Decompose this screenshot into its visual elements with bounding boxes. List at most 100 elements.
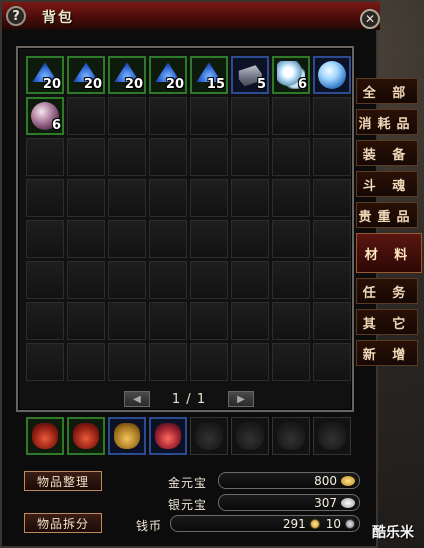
inventory-slot[interactable] xyxy=(313,343,351,381)
inventory-slot[interactable] xyxy=(190,302,228,340)
inventory-slot[interactable] xyxy=(67,138,105,176)
gold-ingot-icon xyxy=(341,475,355,486)
bag-grid-panel: 20 20 20 20 15 5 6 6 ◀ 1 / 1 ▶ xyxy=(16,46,354,412)
close-button[interactable]: ✕ xyxy=(360,9,380,29)
inventory-slot[interactable] xyxy=(149,220,187,258)
inventory-slot[interactable] xyxy=(108,261,146,299)
bag-slot[interactable] xyxy=(190,417,228,455)
pager: ◀ 1 / 1 ▶ xyxy=(124,390,254,408)
tab-7[interactable]: 其 它 xyxy=(356,309,418,335)
inventory-slot[interactable] xyxy=(231,343,269,381)
inventory-slot[interactable] xyxy=(272,343,310,381)
inventory-slot[interactable] xyxy=(108,343,146,381)
sort-items-button[interactable]: 物品整理 xyxy=(24,471,102,491)
inventory-slot[interactable] xyxy=(26,261,64,299)
inventory-slot[interactable] xyxy=(26,302,64,340)
bag-slot[interactable] xyxy=(272,417,310,455)
bag-slot[interactable] xyxy=(108,417,146,455)
next-page-button[interactable]: ▶ xyxy=(228,391,254,407)
bag-slot[interactable] xyxy=(313,417,351,455)
inventory-slot[interactable] xyxy=(231,261,269,299)
tab-8[interactable]: 新 增 xyxy=(356,340,418,366)
inventory-slot[interactable]: 6 xyxy=(272,56,310,94)
split-items-button[interactable]: 物品拆分 xyxy=(24,513,102,533)
empty-bag-icon xyxy=(236,422,264,450)
inventory-slot[interactable] xyxy=(190,343,228,381)
inventory-slot[interactable] xyxy=(108,302,146,340)
inventory-slot[interactable] xyxy=(190,261,228,299)
inventory-slot[interactable] xyxy=(272,220,310,258)
tab-2[interactable]: 装 备 xyxy=(356,140,418,166)
inventory-slot[interactable] xyxy=(272,302,310,340)
inventory-slot[interactable] xyxy=(149,138,187,176)
inventory-slot[interactable] xyxy=(149,343,187,381)
inventory-slot[interactable] xyxy=(231,97,269,135)
inventory-slot[interactable]: 20 xyxy=(149,56,187,94)
inventory-slot[interactable]: 6 xyxy=(26,97,64,135)
inventory-slot[interactable] xyxy=(149,97,187,135)
bag-slot[interactable] xyxy=(67,417,105,455)
inventory-slot[interactable] xyxy=(108,97,146,135)
inventory-slot[interactable] xyxy=(67,179,105,217)
inventory-slot[interactable] xyxy=(272,179,310,217)
inventory-slot[interactable] xyxy=(67,261,105,299)
inventory-slot[interactable] xyxy=(231,138,269,176)
inventory-slot[interactable] xyxy=(231,179,269,217)
inventory-slot[interactable] xyxy=(190,179,228,217)
inventory-slot[interactable]: 15 xyxy=(190,56,228,94)
inventory-slot[interactable] xyxy=(149,261,187,299)
item-count: 20 xyxy=(42,77,61,92)
inventory-slot[interactable] xyxy=(108,220,146,258)
help-button[interactable]: ? xyxy=(6,6,26,26)
inventory-slot[interactable] xyxy=(313,138,351,176)
inventory-slot[interactable] xyxy=(67,97,105,135)
title-bar[interactable]: ? 背包 xyxy=(2,2,380,30)
silver-ingot-icon xyxy=(341,497,355,508)
inventory-slot[interactable] xyxy=(67,220,105,258)
inventory-slot[interactable]: 20 xyxy=(108,56,146,94)
inventory-slot[interactable] xyxy=(272,97,310,135)
tab-5[interactable]: 材 料 xyxy=(356,233,422,273)
gold-ingot-label: 金元宝 xyxy=(168,476,208,490)
inventory-slot[interactable] xyxy=(313,56,351,94)
item-count: 15 xyxy=(206,77,225,92)
inventory-slot[interactable] xyxy=(313,97,351,135)
inventory-slot[interactable] xyxy=(313,220,351,258)
red-bag-icon xyxy=(73,423,99,449)
inventory-slot[interactable] xyxy=(26,138,64,176)
silver-ingot-value: 307 xyxy=(218,494,360,511)
prev-page-button[interactable]: ◀ xyxy=(124,391,150,407)
inventory-slot[interactable] xyxy=(67,343,105,381)
inventory-slot[interactable]: 5 xyxy=(231,56,269,94)
inventory-slot[interactable] xyxy=(313,302,351,340)
inventory-slot[interactable]: 20 xyxy=(26,56,64,94)
category-tabs: 全 部消耗品装 备斗 魂贵重品材 料任 务其 它新 增 xyxy=(356,78,422,371)
inventory-slot[interactable] xyxy=(26,343,64,381)
inventory-slot[interactable] xyxy=(149,179,187,217)
tab-1[interactable]: 消耗品 xyxy=(356,109,418,135)
inventory-slot[interactable] xyxy=(272,261,310,299)
inventory-slot[interactable] xyxy=(231,302,269,340)
bag-slot[interactable] xyxy=(149,417,187,455)
inventory-slot[interactable] xyxy=(272,138,310,176)
inventory-slot[interactable] xyxy=(26,179,64,217)
inventory-slot[interactable] xyxy=(26,220,64,258)
bag-slot[interactable] xyxy=(26,417,64,455)
tab-6[interactable]: 任 务 xyxy=(356,278,418,304)
inventory-slot[interactable] xyxy=(190,220,228,258)
inventory-slot[interactable] xyxy=(149,302,187,340)
item-count: 20 xyxy=(124,77,143,92)
inventory-slot[interactable] xyxy=(313,179,351,217)
inventory-slot[interactable] xyxy=(108,138,146,176)
inventory-slot[interactable]: 20 xyxy=(67,56,105,94)
inventory-slot[interactable] xyxy=(190,97,228,135)
inventory-slot[interactable] xyxy=(67,302,105,340)
inventory-slot[interactable] xyxy=(190,138,228,176)
inventory-slot[interactable] xyxy=(313,261,351,299)
tab-4[interactable]: 贵重品 xyxy=(356,202,418,228)
bag-slot[interactable] xyxy=(231,417,269,455)
tab-0[interactable]: 全 部 xyxy=(356,78,418,104)
inventory-slot[interactable] xyxy=(231,220,269,258)
inventory-slot[interactable] xyxy=(108,179,146,217)
tab-3[interactable]: 斗 魂 xyxy=(356,171,418,197)
